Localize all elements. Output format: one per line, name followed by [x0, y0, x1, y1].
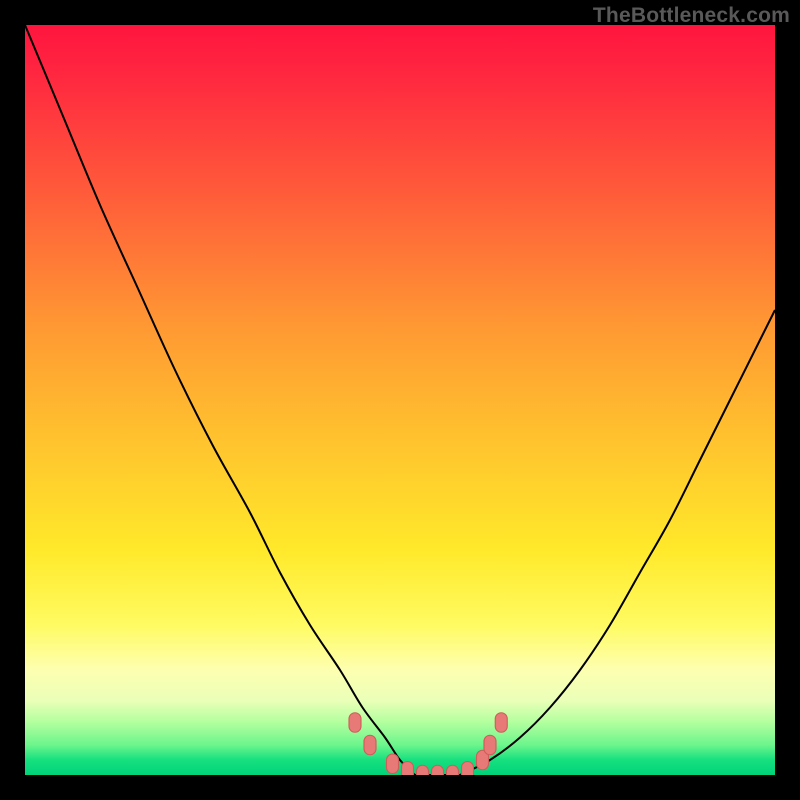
optimal-range-marker — [417, 765, 429, 775]
optimal-range-marker — [402, 762, 414, 776]
optimal-range-marker — [462, 762, 474, 776]
optimal-range-marker — [495, 713, 507, 732]
optimal-range-marker — [432, 765, 444, 775]
curve-right-curve — [460, 310, 775, 775]
curve-group — [25, 25, 775, 775]
bottleneck-curve-svg — [25, 25, 775, 775]
optimal-range-marker — [364, 735, 376, 754]
curve-left-curve — [25, 25, 415, 775]
optimal-range-marker — [447, 765, 459, 775]
optimal-range-marker — [484, 735, 496, 754]
optimal-range-marker — [349, 713, 361, 732]
chart-frame: TheBottleneck.com — [0, 0, 800, 800]
optimal-range-marker — [387, 754, 399, 773]
plot-area — [25, 25, 775, 775]
